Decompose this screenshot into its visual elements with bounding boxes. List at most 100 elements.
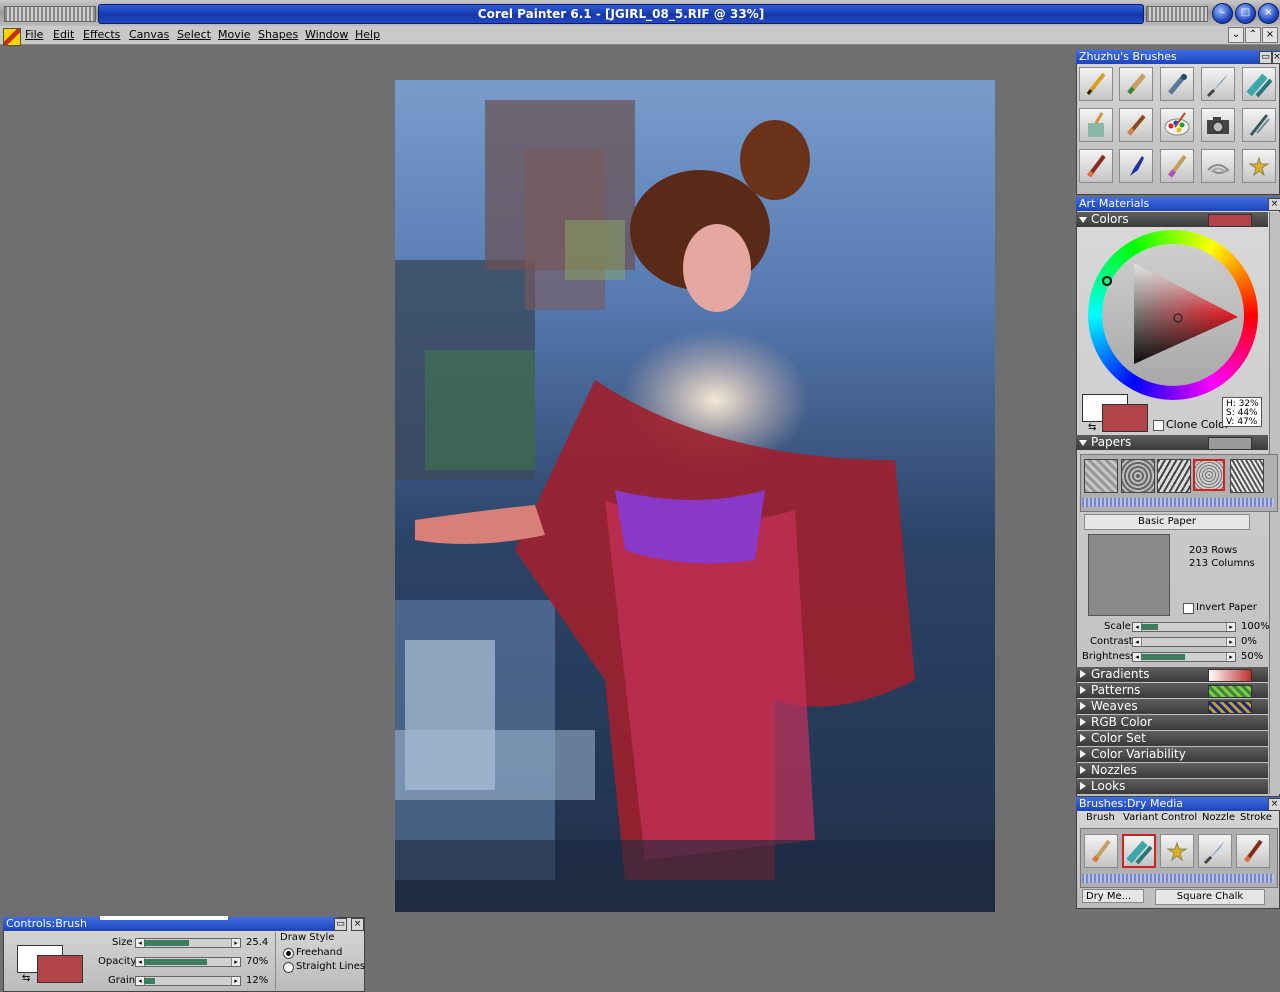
dry-media-title[interactable]: Brushes:Dry Media — [1076, 797, 1280, 811]
chalk-icon-selected[interactable] — [1122, 834, 1156, 868]
menu-shapes[interactable]: Shapes — [258, 28, 298, 41]
gradient-swatch — [1208, 669, 1252, 682]
camera-icon[interactable] — [1201, 108, 1235, 142]
paper-texture-5[interactable] — [1230, 459, 1264, 493]
brush-variant-select[interactable]: Square Chalk — [1155, 889, 1265, 905]
clone-color-checkbox[interactable] — [1153, 420, 1164, 431]
looks-section-header[interactable]: Looks — [1076, 779, 1268, 794]
art-materials-close-icon[interactable]: × — [1268, 198, 1280, 211]
paper-texture-3[interactable] — [1157, 459, 1191, 493]
opacity-label: Opacity — [98, 956, 137, 967]
grain-slider[interactable]: ◂ ▸ — [135, 976, 241, 986]
freehand-label: Freehand — [296, 947, 343, 958]
brightness-slider[interactable]: ◂ ▸ — [1132, 652, 1236, 662]
contrast-value: 0% — [1241, 636, 1257, 647]
minimize-button[interactable]: – — [1212, 3, 1233, 24]
menu-help[interactable]: Help — [355, 28, 380, 41]
menu-select[interactable]: Select — [177, 28, 211, 41]
brightness-label: Brightness — [1082, 651, 1136, 662]
palette-knife-icon[interactable] — [1198, 834, 1232, 868]
opacity-value: 70% — [246, 956, 269, 967]
art-materials-title[interactable]: Art Materials — [1076, 197, 1280, 211]
close-button[interactable]: × — [1258, 3, 1279, 24]
nozzles-section-header[interactable]: Nozzles — [1076, 763, 1268, 778]
controls-primary-color[interactable] — [37, 955, 83, 983]
opacity-slider-fill — [144, 959, 207, 965]
tab-variant[interactable]: Variant — [1123, 812, 1158, 823]
palette-knife-icon[interactable] — [1201, 67, 1235, 101]
dry-media-close-icon[interactable]: × — [1268, 798, 1280, 811]
hsv-readout: H: 32% S: 44% V: 47% — [1222, 397, 1262, 427]
window-title: Corel Painter 6.1 - [JGIRL_08_5.RIF @ 33… — [98, 4, 1144, 24]
document-canvas[interactable] — [395, 80, 995, 912]
straight-lines-radio[interactable] — [283, 962, 294, 973]
tab-nozzle[interactable]: Nozzle — [1202, 812, 1235, 823]
felt-pen-icon[interactable] — [1119, 67, 1153, 101]
menu-edit[interactable]: Edit — [53, 28, 74, 41]
color-variability-section-header[interactable]: Color Variability — [1076, 747, 1268, 762]
grain-label: Grain — [108, 975, 136, 986]
airbrush-icon[interactable] — [1160, 67, 1194, 101]
menu-effects[interactable]: Effects — [83, 28, 120, 41]
pencil-icon[interactable] — [1079, 67, 1113, 101]
controls-close-icon[interactable]: × — [351, 918, 364, 931]
controls-restore-icon[interactable]: ▭ — [334, 918, 347, 931]
pen-nib-icon[interactable] — [1242, 108, 1276, 142]
expand-triangle-icon — [1080, 718, 1086, 726]
controls-divider — [275, 932, 276, 990]
palette-close-icon[interactable]: × — [1272, 51, 1280, 64]
watercolor-icon[interactable] — [1160, 149, 1194, 183]
doc-scroll-up-icon[interactable]: ⌃ — [1245, 27, 1261, 43]
ink-pen-icon[interactable] — [1119, 149, 1153, 183]
image-hose-icon[interactable] — [1160, 834, 1194, 868]
oil-brush-icon[interactable] — [1236, 834, 1270, 868]
title-grip-left[interactable] — [4, 6, 96, 22]
paper-texture-1[interactable] — [1084, 459, 1118, 493]
menu-movie[interactable]: Movie — [218, 28, 251, 41]
brushes-palette-title[interactable]: Zhuzhu's Brushes — [1076, 50, 1280, 64]
tab-stroke[interactable]: Stroke — [1240, 812, 1272, 823]
image-hose-icon[interactable] — [1242, 149, 1276, 183]
nozzles-label: Nozzles — [1091, 763, 1137, 777]
paper-texture-2[interactable] — [1121, 459, 1155, 493]
paint-bucket-icon[interactable] — [1079, 108, 1113, 142]
doc-close-icon[interactable]: × — [1262, 27, 1278, 43]
contrast-slider[interactable]: ◂ ▸ — [1132, 637, 1236, 647]
liquid-swirl-icon[interactable] — [1201, 149, 1235, 183]
tab-control[interactable]: Control — [1161, 812, 1197, 823]
primary-color-swatch[interactable] — [1102, 404, 1148, 432]
brush-icon[interactable] — [1079, 149, 1113, 183]
title-highlight — [100, 916, 228, 920]
paper-rows: 203 Rows — [1189, 545, 1238, 556]
opacity-slider[interactable]: ◂ ▸ — [135, 957, 241, 967]
brush-category-select[interactable]: Dry Me... — [1082, 889, 1144, 903]
maximize-button[interactable]: □ — [1235, 3, 1256, 24]
color-wheel-icon[interactable] — [1160, 108, 1194, 142]
saturation-value-triangle[interactable] — [1088, 230, 1258, 400]
controls-swap-colors-icon[interactable]: ⇆ — [22, 973, 30, 984]
rgb-color-section-header[interactable]: RGB Color — [1076, 715, 1268, 730]
color-set-section-header[interactable]: Color Set — [1076, 731, 1268, 746]
palette-restore-icon[interactable]: ▭ — [1259, 51, 1272, 64]
chalk-icon[interactable] — [1242, 67, 1276, 101]
menu-window[interactable]: Window — [305, 28, 348, 41]
doc-scroll-down-icon[interactable]: ⌄ — [1228, 27, 1244, 43]
weaves-label: Weaves — [1091, 699, 1138, 713]
brush-tip-icon[interactable] — [1084, 834, 1118, 868]
size-slider[interactable]: ◂ ▸ — [135, 938, 241, 948]
invert-paper-checkbox[interactable] — [1183, 603, 1194, 614]
oil-brush-icon[interactable] — [1119, 108, 1153, 142]
paper-texture-basic-selected[interactable] — [1193, 459, 1225, 491]
app-icon[interactable] — [3, 28, 21, 46]
menu-file[interactable]: File — [25, 28, 43, 41]
paper-swatch — [1208, 437, 1252, 450]
freehand-radio[interactable] — [283, 948, 294, 959]
swap-colors-icon[interactable]: ⇆ — [1088, 422, 1096, 433]
scale-slider[interactable]: ◂ ▸ — [1132, 622, 1236, 632]
brush-library-drawer[interactable] — [1082, 874, 1274, 883]
tab-brush[interactable]: Brush — [1086, 812, 1115, 823]
title-grip-right[interactable] — [1146, 6, 1208, 22]
paper-library-drawer[interactable] — [1082, 498, 1274, 507]
menu-canvas[interactable]: Canvas — [129, 28, 169, 41]
papers-label: Papers — [1091, 435, 1132, 449]
